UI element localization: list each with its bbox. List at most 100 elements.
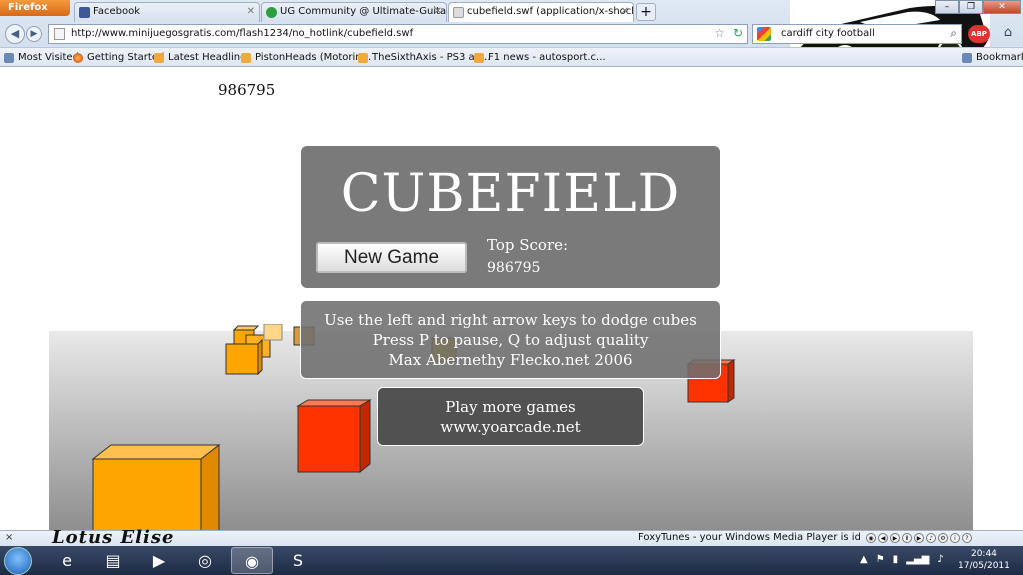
game-title: CUBEFIELD [340, 164, 681, 224]
tab-title: cubefield.swf (application/x-shockwa... [467, 6, 633, 17]
new-tab-button[interactable]: + [636, 3, 656, 21]
file-explorer-icon[interactable]: ▤ [92, 547, 134, 574]
reload-icon[interactable]: ↻ [733, 26, 743, 40]
star-icon[interactable]: ☆ [714, 26, 725, 40]
search-icon[interactable]: ⌕ [950, 26, 957, 41]
navigation-toolbar: ◀ ▶ http://www.minijuegosgratis.com/flas… [0, 22, 1023, 46]
bookmarks-toolbar: Most Visited Getting Started Latest Head… [0, 47, 1023, 67]
firefox-icon [73, 53, 83, 63]
current-score: 986795 [218, 81, 276, 99]
tab-facebook[interactable]: Facebook ✕ [74, 2, 260, 22]
clock[interactable]: 20:44 17/05/2011 [958, 548, 1010, 572]
bookmark-pistonheads[interactable]: PistonHeads (Motorin... [241, 52, 371, 63]
volume-icon[interactable]: ♪ [926, 533, 936, 543]
rss-icon [154, 53, 164, 63]
persona-banner-text: Lotus Elise [52, 527, 175, 548]
adblock-plus-icon[interactable]: ABP [968, 25, 990, 43]
foxytunes-status[interactable]: FoxyTunes - your Windows Media Player is… [638, 532, 860, 543]
minimize-button[interactable]: – [935, 0, 959, 14]
rss-icon [241, 53, 251, 63]
previous-icon[interactable]: ◀ [878, 533, 888, 543]
bookmark-getting-started[interactable]: Getting Started [73, 52, 164, 63]
addon-bar: × Lotus Elise FoxyTunes - your Windows M… [0, 527, 1023, 548]
media-icon[interactable]: ◉ [866, 533, 876, 543]
show-hidden-icon[interactable]: ▲ [860, 554, 868, 565]
ug-icon [266, 7, 277, 18]
tab-title: Facebook [93, 6, 140, 17]
cube-orange-large [91, 443, 221, 530]
help-icon[interactable]: ? [962, 533, 972, 543]
instruction-line: Use the left and right arrow keys to dod… [324, 311, 697, 329]
bookmark-f1-news[interactable]: F1 news - autosport.c... [474, 52, 606, 63]
clock-date: 17/05/2011 [958, 561, 1010, 571]
forward-button[interactable]: ▶ [26, 26, 42, 42]
home-icon[interactable]: ⌂ [998, 25, 1018, 43]
back-button[interactable]: ◀ [5, 24, 25, 44]
bookmark-label: PistonHeads (Motorin... [255, 52, 372, 63]
pause-icon[interactable]: Ⅱ [902, 533, 912, 543]
media-player-icon[interactable]: ▶ [138, 547, 180, 574]
close-icon[interactable]: ✕ [621, 6, 629, 17]
start-button[interactable] [4, 547, 32, 575]
settings-icon[interactable]: ⚙ [938, 533, 948, 543]
page-icon [453, 7, 464, 18]
internet-explorer-icon[interactable]: e [46, 547, 88, 574]
more-games-url: www.yoarcade.net [440, 418, 581, 436]
more-games-label: Play more games [445, 398, 576, 416]
play-icon[interactable]: ▶ [890, 533, 900, 543]
skype-icon[interactable]: S [277, 547, 319, 574]
windows-taskbar: e ▤ ▶ ◎ ◉ S ▲ ⚑ ▮ ▂▄▆ ♪ 20:44 17/05/2011 [0, 546, 1023, 575]
search-input[interactable]: cardiff city football [781, 28, 875, 39]
signal-icon[interactable]: ▂▄▆ [906, 554, 929, 565]
cube-red-center [296, 399, 372, 474]
next-icon[interactable]: ▶ [914, 533, 924, 543]
foxytunes-controls: ◉ ◀ ▶ Ⅱ ▶ ♪ ⚙ i ? [866, 533, 972, 543]
firefox-icon[interactable]: ◉ [231, 547, 273, 574]
instructions-panel: Use the left and right arrow keys to dod… [300, 300, 721, 379]
instruction-line: Press P to pause, Q to adjust quality [372, 331, 649, 349]
info-icon[interactable]: i [950, 533, 960, 543]
rss-icon [474, 53, 484, 63]
network-icon[interactable]: ▮ [893, 554, 899, 565]
tab-ug-community[interactable]: UG Community @ Ultimate-Guitar.C... ✕ [261, 2, 447, 22]
top-score-label: Top Score: [487, 236, 569, 254]
tab-title: UG Community @ Ultimate-Guitar.C... [280, 6, 447, 17]
maximize-button[interactable]: ❐ [959, 0, 983, 14]
bookmark-label: TheSixthAxis - PS3 an... [372, 52, 491, 63]
close-icon[interactable]: × [5, 532, 13, 543]
bookmark-label: F1 news - autosport.c... [488, 52, 606, 63]
close-icon[interactable]: ✕ [434, 6, 442, 17]
close-window-button[interactable]: ✕ [983, 0, 1021, 14]
address-bar[interactable]: http://www.minijuegosgratis.com/flash123… [48, 24, 748, 44]
clock-time: 20:44 [970, 549, 997, 559]
tab-cubefield[interactable]: cubefield.swf (application/x-shockwa... … [448, 2, 634, 22]
volume-icon[interactable]: ♪ [937, 554, 943, 565]
flag-icon[interactable]: ⚑ [876, 554, 885, 565]
google-icon [757, 27, 771, 41]
bookmark-label: Bookmarks [976, 52, 1023, 63]
title-panel: CUBEFIELD New Game Top Score: 986795 [301, 146, 720, 288]
firefox-menu-button[interactable]: Firefox [0, 0, 70, 16]
rss-icon [358, 53, 368, 63]
page-content: 986795 CUBEFIELD New Game Top Score: 986… [0, 68, 1023, 530]
more-games-link[interactable]: Play more games www.yoarcade.net [377, 387, 644, 446]
browser-chrome: Firefox Facebook ✕ UG Community @ Ultima… [0, 0, 1023, 67]
bookmark-label: Latest Headlines [168, 52, 252, 63]
bookmark-thesixthaxis[interactable]: TheSixthAxis - PS3 an... [358, 52, 491, 63]
instruction-line: Max Abernethy Flecko.net 2006 [388, 351, 633, 369]
bookmarks-icon [962, 53, 972, 63]
facebook-icon [79, 7, 90, 18]
search-bar[interactable]: cardiff city football ⌕ [752, 24, 962, 44]
system-tray: ▲ ⚑ ▮ ▂▄▆ ♪ [860, 554, 944, 565]
url-text: http://www.minijuegosgratis.com/flash123… [71, 28, 414, 39]
close-icon[interactable]: ✕ [247, 6, 255, 17]
lastfm-icon[interactable]: ◎ [184, 547, 226, 574]
new-game-button[interactable]: New Game [316, 242, 467, 273]
bookmark-label: Most Visited [18, 52, 79, 63]
window-controls: – ❐ ✕ [935, 0, 1021, 14]
bookmark-latest-headlines[interactable]: Latest Headlines [154, 52, 252, 63]
page-icon [54, 28, 65, 40]
bookmarks-menu[interactable]: Bookmarks [962, 52, 1023, 63]
bookmark-most-visited[interactable]: Most Visited [4, 52, 79, 63]
top-score-value: 986795 [487, 260, 541, 276]
